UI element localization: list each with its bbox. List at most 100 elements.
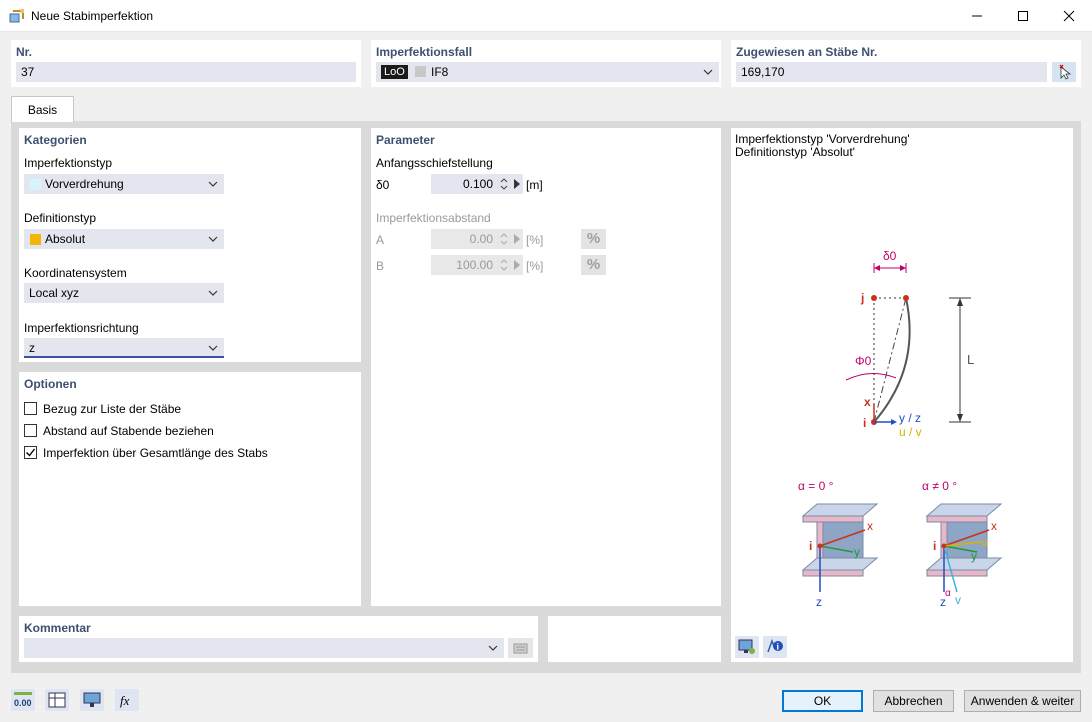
beam2-v-label: v — [955, 593, 961, 607]
info-icon: i — [767, 638, 783, 653]
a-unit: [%] — [526, 233, 544, 247]
beam1-i-label: i — [809, 539, 812, 553]
chevron-down-icon — [703, 69, 713, 75]
coordinate-system-value: Local xyz — [29, 286, 80, 300]
b-percent-button[interactable]: % — [581, 255, 606, 275]
delta-input[interactable]: 0.100 — [431, 174, 523, 194]
chevron-down-icon — [208, 236, 218, 242]
i-beam-1 — [801, 503, 879, 577]
checkbox-member-list[interactable] — [24, 402, 37, 415]
a-label: A — [376, 233, 385, 247]
imperfection-direction-label: Imperfektionsrichtung — [24, 321, 139, 335]
tab-basis[interactable]: Basis — [11, 96, 74, 122]
info-button[interactable]: i — [763, 636, 787, 658]
display-button[interactable] — [80, 689, 104, 711]
option-label-distance-from-end: Abstand auf Stabende beziehen — [43, 424, 214, 438]
imperfection-diagram: δ0 Φ0 j i x y / z u / v L — [845, 249, 974, 438]
length-label: L — [967, 352, 974, 367]
imperfection-case-label: Imperfektionsfall — [376, 45, 473, 59]
initial-inclination-label: Anfangsschiefstellung — [376, 156, 493, 170]
beam2-x-label: x — [991, 519, 997, 533]
monitor-settings-icon — [738, 639, 755, 654]
title-bar: Neue Stabimperfektion — [0, 0, 1092, 32]
imperfection-type-select[interactable]: Vorverdrehung — [24, 174, 224, 194]
distance-label: Imperfektionsabstand — [376, 211, 491, 225]
beam2-u-label: u — [981, 535, 988, 549]
definition-type-select[interactable]: Absolut — [24, 229, 224, 249]
ok-button[interactable]: OK — [782, 690, 863, 712]
svg-text:fx: fx — [120, 693, 130, 708]
spin-arrows-icon[interactable] — [499, 175, 509, 193]
chevron-down-icon — [488, 645, 498, 651]
option-label-member-list: Bezug zur Liste der Stäbe — [43, 402, 182, 416]
b-input[interactable]: 100.00 — [431, 255, 523, 275]
parameter-panel: Parameter Anfangsschiefstellung δ0 0.100… — [371, 128, 721, 606]
decimal-places-button[interactable]: 0.00 — [11, 689, 35, 711]
a-percent-button[interactable]: % — [581, 229, 606, 249]
spin-arrows-icon[interactable] — [499, 230, 509, 248]
assigned-members-input[interactable]: 169,170 — [736, 62, 1047, 82]
imperfection-type-label: Imperfektionstyp — [24, 156, 113, 170]
pick-members-button[interactable] — [1052, 62, 1076, 82]
uv-label: u / v — [899, 425, 922, 438]
member-imperfection-icon — [9, 9, 24, 23]
play-arrow-icon[interactable] — [513, 234, 521, 244]
comment-side-panel — [548, 616, 721, 662]
b-value: 100.00 — [456, 258, 493, 272]
beam2-i-label: i — [933, 539, 936, 553]
nr-input[interactable]: 37 — [16, 62, 356, 82]
play-arrow-icon[interactable] — [513, 179, 521, 189]
coordinate-system-select[interactable]: Local xyz — [24, 283, 224, 303]
yz-label: y / z — [899, 411, 921, 425]
imperfection-case-select[interactable]: LoO IF8 — [376, 62, 719, 82]
decimal-places-icon: 0.00 — [14, 692, 32, 708]
window-title: Neue Stabimperfektion — [31, 9, 154, 23]
delta-unit: [m] — [526, 178, 543, 192]
apply-continue-button[interactable]: Anwenden & weiter — [964, 690, 1081, 712]
phi-label: Φ0 — [855, 354, 872, 368]
checkbox-distance-from-end[interactable] — [24, 424, 37, 437]
play-arrow-icon[interactable] — [513, 260, 521, 270]
member-table-icon — [48, 692, 66, 708]
checkbox-full-length[interactable] — [24, 446, 37, 459]
a-value: 0.00 — [469, 232, 493, 246]
info-type-line: Imperfektionstyp 'Vorverdrehung' — [735, 132, 910, 146]
comment-library-button[interactable] — [508, 638, 533, 658]
formula-icon: fx — [120, 693, 130, 708]
assigned-members-panel: Zugewiesen an Stäbe Nr. 169,170 — [731, 40, 1081, 87]
view-settings-button[interactable] — [735, 636, 759, 658]
definition-type-label: Definitionstyp — [24, 211, 97, 225]
categories-panel: Kategorien Imperfektionstyp Vorverdrehun… — [19, 128, 361, 362]
i-beam-2 — [925, 503, 1003, 577]
node-j-label: j — [860, 291, 864, 305]
node-i-label: i — [863, 416, 866, 430]
cross-section-diagrams: α = 0 ° α ≠ 0 ° x y z i x y u z v α i — [798, 479, 1003, 609]
option-label-full-length: Imperfektion über Gesamtlänge des Stabs — [43, 446, 268, 460]
close-button[interactable] — [1046, 0, 1092, 32]
assigned-members-label: Zugewiesen an Stäbe Nr. — [736, 45, 878, 59]
comment-title: Kommentar — [24, 621, 91, 635]
minimize-button[interactable] — [954, 0, 1000, 32]
cancel-button[interactable]: Abbrechen — [873, 690, 954, 712]
case-color-swatch — [415, 66, 426, 77]
maximize-button[interactable] — [1000, 0, 1046, 32]
imperfection-case-panel: Imperfektionsfall LoO IF8 — [371, 40, 721, 87]
imperfection-direction-select[interactable]: z — [24, 338, 224, 358]
delta-value: 0.100 — [462, 177, 493, 191]
formula-button[interactable]: fx — [115, 689, 139, 711]
chevron-down-icon — [208, 345, 218, 351]
nr-label: Nr. — [16, 45, 33, 59]
library-icon — [513, 643, 528, 654]
table-view-button[interactable] — [45, 689, 69, 711]
comment-select[interactable] — [24, 638, 504, 658]
definition-type-value: Absolut — [45, 232, 86, 246]
beam2-alpha-label: α — [945, 588, 951, 599]
chevron-down-icon — [208, 181, 218, 187]
coordinate-system-label: Koordinatensystem — [24, 266, 127, 280]
spin-arrows-icon[interactable] — [499, 256, 509, 274]
info-definition-line: Definitionstyp 'Absolut' — [735, 145, 855, 159]
type-color-swatch — [30, 179, 41, 190]
minimize-icon — [972, 15, 982, 17]
imperfection-case-value: IF8 — [431, 65, 449, 79]
a-input[interactable]: 0.00 — [431, 229, 523, 249]
